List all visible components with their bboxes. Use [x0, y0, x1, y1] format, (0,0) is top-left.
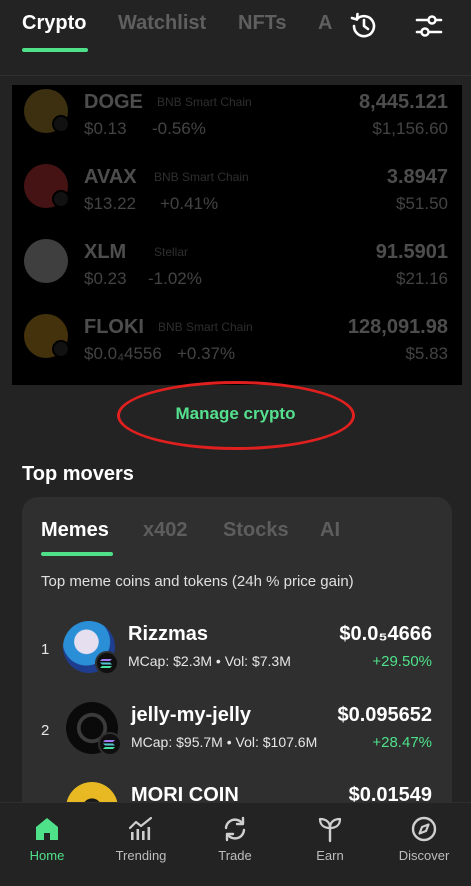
asset-symbol: DOGE — [84, 91, 143, 113]
asset-symbol: XLM — [84, 241, 127, 263]
asset-row[interactable]: FLOKI BNB Smart Chain $0.0₄4556 +0.37% 1… — [12, 310, 462, 385]
trending-chart-icon — [128, 816, 153, 840]
nav-label: Earn — [316, 848, 344, 863]
asset-change: +0.41% — [160, 194, 219, 213]
asset-row[interactable]: XLM Stellar $0.23 -1.02% 91.5901 $21.16 — [12, 235, 462, 310]
asset-value: $5.83 — [405, 344, 448, 363]
active-tab-indicator — [41, 552, 113, 556]
asset-value: $1,156.60 — [372, 119, 448, 138]
asset-chain: Stellar — [154, 245, 189, 259]
asset-chain: BNB Smart Chain — [157, 95, 252, 109]
tab-crypto[interactable]: Crypto — [22, 12, 86, 35]
nav-home[interactable]: Home — [0, 803, 94, 886]
mover-gain: +28.47% — [372, 734, 432, 751]
mover-name: jelly-my-jelly — [131, 704, 252, 726]
movers-description: Top meme coins and tokens (24h % price g… — [41, 573, 354, 590]
asset-amount: 8,445.121 — [359, 91, 448, 113]
earn-sprout-icon — [318, 817, 342, 843]
mover-rank: 2 — [41, 722, 50, 739]
asset-row[interactable]: AVAX BNB Smart Chain $13.22 +0.41% 3.894… — [12, 160, 462, 235]
asset-price: $13.22 — [84, 194, 136, 213]
header-divider — [0, 75, 471, 76]
discover-compass-icon — [411, 816, 437, 842]
asset-amount: 91.5901 — [375, 241, 448, 263]
nav-label: Trade — [218, 848, 252, 863]
xlm-logo — [24, 239, 68, 283]
chain-badge — [52, 190, 70, 208]
asset-symbol: FLOKI — [84, 316, 144, 338]
asset-category-tabs: Crypto Watchlist NFTs A — [0, 0, 471, 70]
nav-discover[interactable]: Discover — [377, 803, 471, 886]
nav-trending[interactable]: Trending — [94, 803, 188, 886]
tab-ai[interactable]: AI — [320, 519, 340, 542]
tab-memes[interactable]: Memes — [41, 519, 109, 542]
nav-earn[interactable]: Earn — [283, 803, 377, 886]
asset-value: $21.16 — [396, 269, 448, 288]
asset-symbol: AVAX — [84, 166, 137, 188]
nav-label: Discover — [398, 848, 450, 863]
trade-swap-icon — [224, 816, 246, 842]
chain-badge — [52, 115, 70, 133]
tab-watchlist[interactable]: Watchlist — [118, 12, 206, 35]
asset-value: $51.50 — [396, 194, 448, 213]
tab-partial[interactable]: A — [318, 12, 332, 35]
nav-label: Trending — [115, 848, 167, 863]
nav-label: Home — [29, 848, 65, 863]
mover-stats: MCap: $2.3M • Vol: $7.3M — [128, 653, 291, 669]
asset-amount: 128,091.98 — [347, 316, 448, 338]
tab-nfts[interactable]: NFTs — [238, 12, 287, 35]
asset-change: -1.02% — [148, 269, 202, 288]
home-icon — [36, 818, 58, 840]
mover-name: Rizzmas — [128, 623, 209, 645]
mover-row[interactable]: 1 Rizzmas MCap: $2.3M • Vol: $7.3M $0.0₅… — [22, 621, 452, 701]
mover-price: $0.0₅4666 — [339, 623, 432, 645]
mover-stats: MCap: $95.7M • Vol: $107.6M — [131, 734, 318, 750]
mover-row[interactable]: 2 jelly-my-jelly MCap: $95.7M • Vol: $10… — [22, 702, 452, 782]
asset-chain: BNB Smart Chain — [154, 170, 249, 184]
top-movers-title: Top movers — [22, 463, 134, 485]
mover-gain: +29.50% — [372, 653, 432, 670]
mover-rank: 1 — [41, 641, 50, 658]
asset-change: +0.37% — [177, 344, 236, 363]
tab-stocks[interactable]: Stocks — [223, 519, 289, 542]
mover-price: $0.095652 — [337, 704, 432, 726]
nav-trade[interactable]: Trade — [188, 803, 282, 886]
asset-list: DOGE BNB Smart Chain $0.13 -0.56% 8,445.… — [12, 85, 462, 385]
asset-change: -0.56% — [152, 119, 206, 138]
solana-icon — [95, 651, 119, 675]
chain-badge — [52, 340, 70, 358]
solana-icon — [98, 732, 122, 756]
asset-price: $0.13 — [84, 119, 127, 138]
asset-chain: BNB Smart Chain — [158, 320, 253, 334]
active-tab-indicator — [22, 48, 88, 52]
asset-amount: 3.8947 — [386, 166, 448, 188]
tab-x402[interactable]: x402 — [143, 519, 188, 542]
history-icon[interactable] — [348, 10, 380, 42]
asset-price: $0.0₄4556 — [84, 344, 162, 363]
bottom-navigation: Home Trending Trade Earn Discover — [0, 802, 471, 886]
red-highlight-ellipse — [117, 381, 355, 450]
asset-price: $0.23 — [84, 269, 127, 288]
filter-sliders-icon[interactable] — [413, 10, 445, 42]
asset-row[interactable]: DOGE BNB Smart Chain $0.13 -0.56% 8,445.… — [12, 85, 462, 160]
